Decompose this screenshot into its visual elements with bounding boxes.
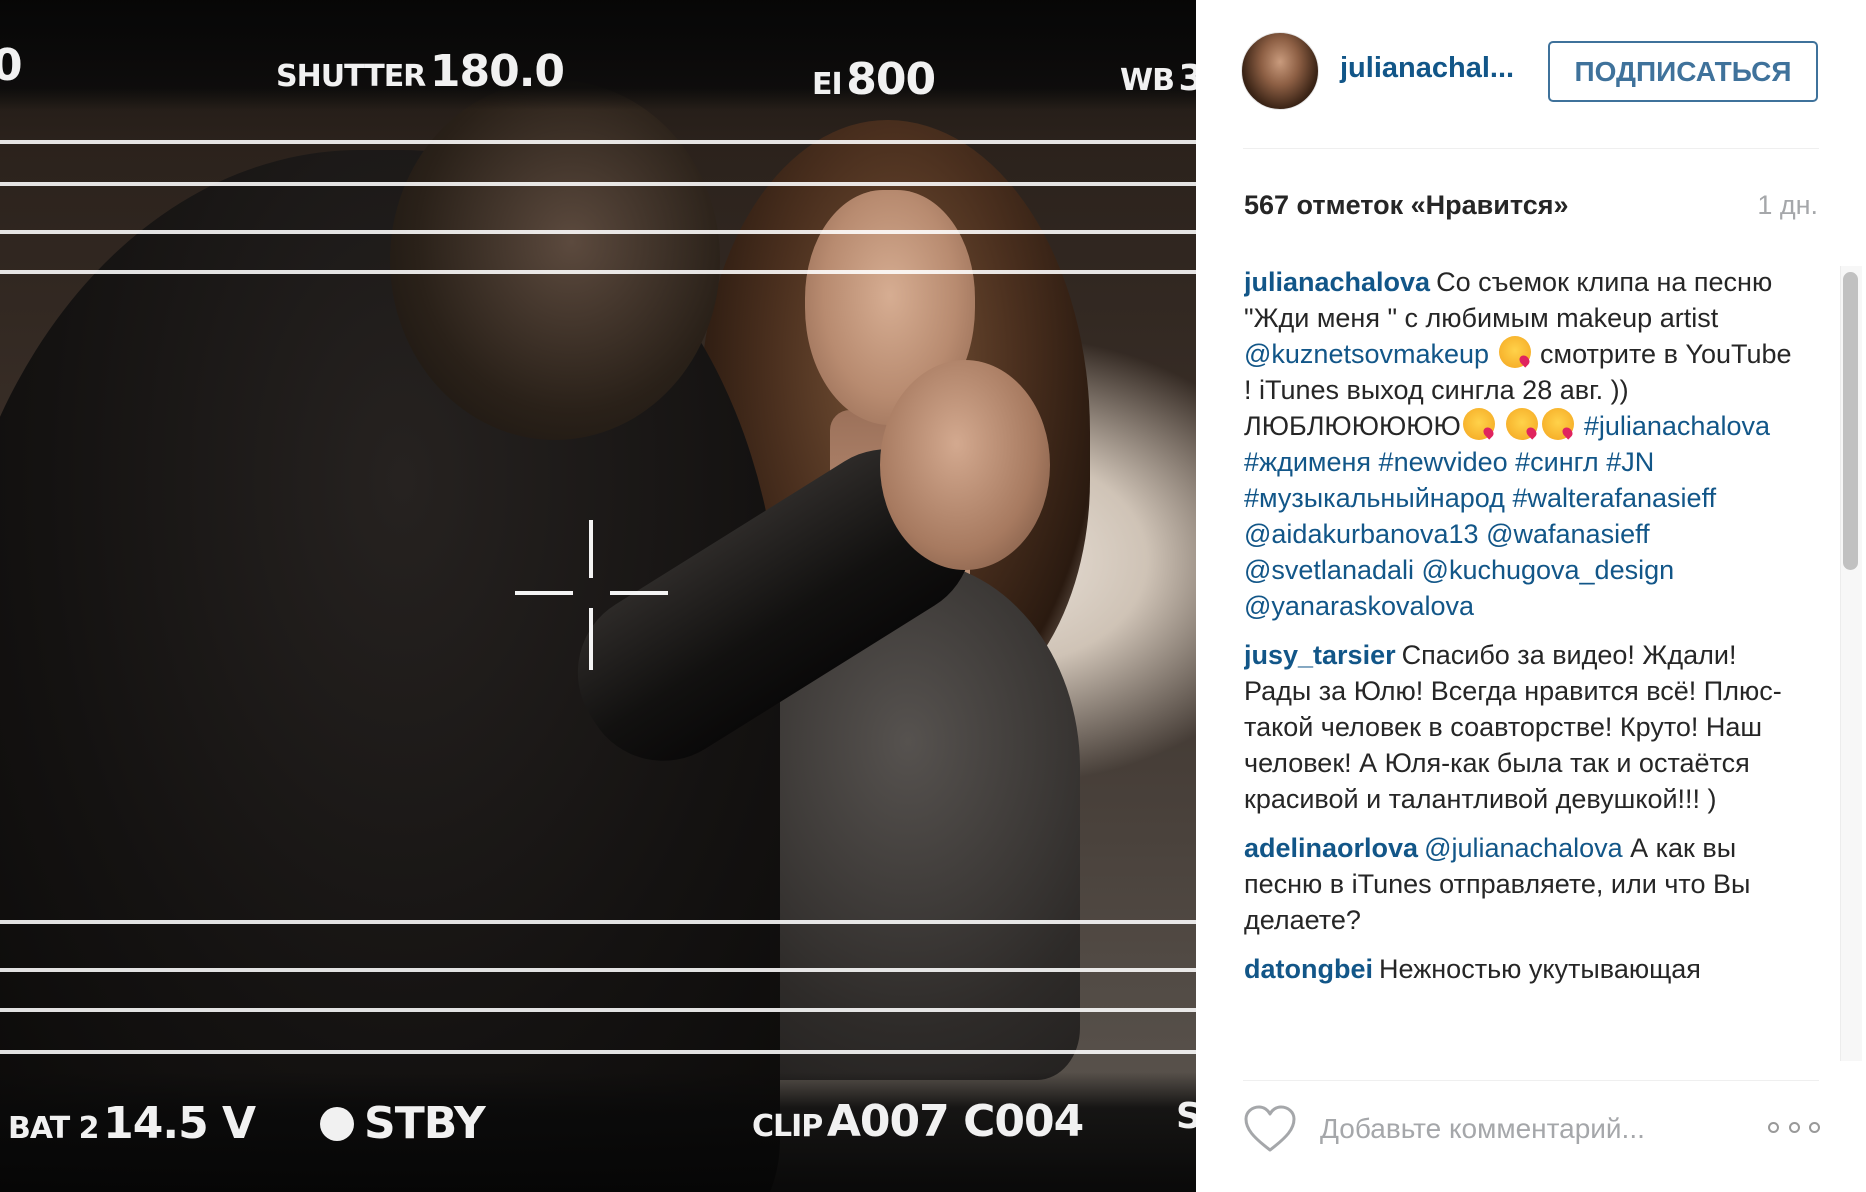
crosshair-bottom-bar [589,608,593,670]
comment-text [1479,519,1487,549]
footer-divider [1243,1080,1819,1081]
hud-wb: WB 3 [1120,58,1196,99]
photo-man-head [390,80,720,440]
hud-clip-label: CLIP [752,1109,823,1144]
hashtag-link[interactable]: #newvideo [1379,447,1508,477]
comment-input[interactable] [1320,1104,1730,1154]
hud-battery-label: BAT 2 [8,1111,100,1146]
comment-text: Нежностью укутывающая [1379,954,1701,984]
more-options-icon[interactable] [1768,1112,1820,1142]
mention-link[interactable]: @aidakurbanova13 [1244,519,1479,549]
hud-stby-label: STBY [364,1098,486,1149]
comment-text [1576,411,1584,441]
comment-item: julianachalova Со съемок клипа на песню "… [1244,264,1804,624]
comments-scrollbar-thumb[interactable] [1843,272,1858,570]
hud-wb-label: WB [1120,63,1175,98]
hud-shutter-value: 180.0 [429,46,565,97]
comment-username-link[interactable]: jusy_tarsier [1244,640,1396,670]
record-status-dot-icon [320,1107,354,1141]
hashtag-link[interactable]: #julianachalova [1584,411,1770,441]
kiss-emoji-icon [1462,408,1495,440]
mention-link[interactable]: @svetlanadali [1244,555,1414,585]
kiss-emoji-icon [1506,408,1539,440]
heart-outline-icon[interactable] [1243,1104,1297,1154]
kiss-emoji-icon [1498,336,1531,368]
hud-left-edge-value: 0 [0,40,23,91]
avatar[interactable] [1241,32,1319,110]
hud-wb-value: 3 [1178,58,1196,99]
hud-ei-value: 800 [846,54,936,105]
post-timestamp[interactable]: 1 дн. [1700,190,1818,221]
comment-text [1414,555,1422,585]
mention-link[interactable]: @yanaraskovalova [1244,591,1474,621]
hud-right-edge-letter: S [1176,1096,1196,1137]
hashtag-link[interactable]: #музыкальныйнарод [1244,483,1505,513]
viewfinder-top-strip [0,0,1196,110]
more-dot [1768,1121,1779,1133]
comment-text [1497,411,1505,441]
frame-guide-line [0,1050,1196,1054]
comments-list[interactable]: julianachalova Со съемок клипа на песню "… [1244,264,1804,1059]
hud-clip: CLIP A007 C004 [752,1096,1084,1147]
post-username-link[interactable]: julianachal... [1340,52,1514,85]
header-divider [1243,148,1819,149]
comment-username-link[interactable]: datongbei [1244,954,1373,984]
mention-link[interactable]: @kuznetsovmakeup [1244,339,1489,369]
frame-guide-line [0,230,1196,234]
photo-hand [880,360,1050,570]
frame-guide-line [0,1008,1196,1012]
kiss-emoji-icon [1542,408,1575,440]
hud-ei: EI 800 [812,54,936,105]
hashtag-link[interactable]: #ждименя [1244,447,1371,477]
hud-battery-value: 14.5 V [103,1098,256,1149]
frame-guide-line [0,968,1196,972]
frame-guide-line [0,182,1196,186]
comment-text [1371,447,1379,477]
mention-link[interactable]: @julianachalova [1424,833,1623,863]
more-dot [1809,1121,1820,1133]
hashtag-link[interactable]: #JN [1606,447,1654,477]
crosshair-left-bar [515,591,573,595]
follow-button[interactable]: ПОДПИСАТЬСЯ [1548,41,1818,102]
comment-username-link[interactable]: adelinaorlova [1244,833,1418,863]
comment-item: datongbei Нежностью укутывающая [1244,951,1804,987]
hud-stby: STBY [320,1098,486,1149]
crosshair-right-bar [610,591,668,595]
hud-right-edge: S [1176,1096,1196,1137]
mention-link[interactable]: @kuchugova_design [1422,555,1675,585]
hud-battery: BAT 2 14.5 V [8,1098,256,1149]
mention-link[interactable]: @wafanasieff [1486,519,1650,549]
crosshair-top-bar [589,520,593,578]
post-photo[interactable]: 0 SHUTTER 180.0 EI 800 WB 3 BAT 2 14.5 V… [0,0,1196,1192]
hud-shutter-label: SHUTTER [276,59,426,94]
hashtag-link[interactable]: #walterafanasieff [1512,483,1716,513]
hud-left-edge: 0 [0,40,23,91]
more-dot [1788,1121,1800,1133]
likes-count[interactable]: 567 отметок «Нравится» [1244,190,1568,221]
hud-clip-value: A007 C004 [826,1096,1084,1147]
comment-item: adelinaorlova @julianachalova А как вы пе… [1244,830,1804,938]
frame-guide-line [0,270,1196,274]
hashtag-link[interactable]: #сингл [1515,447,1599,477]
frame-guide-line [0,920,1196,924]
frame-guide-line [0,140,1196,144]
comment-text [1489,339,1497,369]
hud-shutter: SHUTTER 180.0 [276,46,565,97]
comment-item: jusy_tarsier Спасибо за видео! Ждали! Рад… [1244,637,1804,817]
comment-username-link[interactable]: julianachalova [1244,267,1430,297]
hud-ei-label: EI [812,67,843,102]
